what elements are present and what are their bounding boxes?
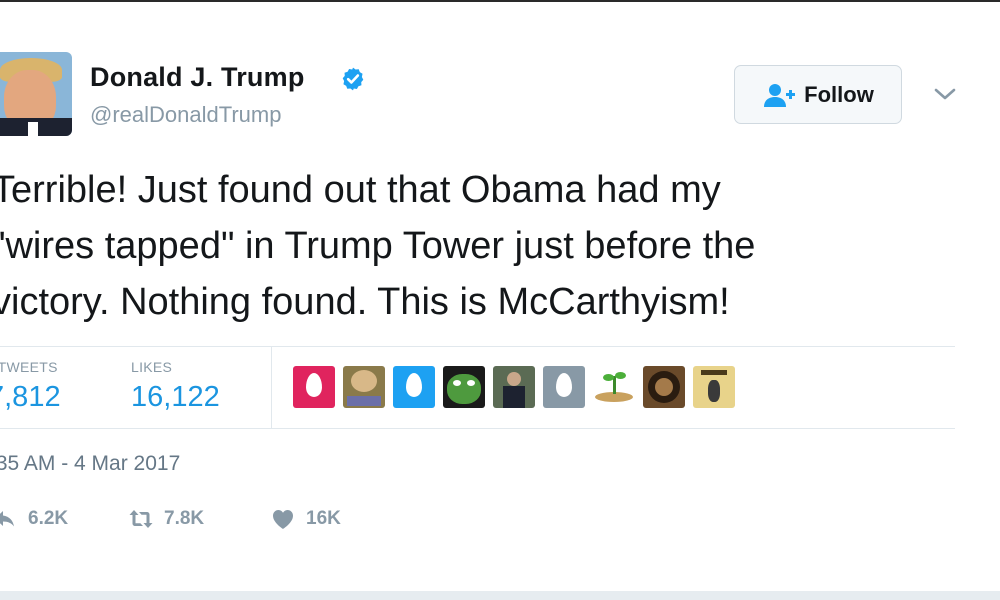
default-egg-avatar-icon	[556, 373, 572, 397]
tweet-text: Terrible! Just found out that Obama had …	[0, 169, 756, 323]
retweet-count: 7.8K	[164, 508, 205, 529]
follow-user-plus-icon	[764, 83, 796, 107]
liker-avatar-1[interactable]	[293, 366, 335, 408]
default-egg-avatar-icon	[406, 373, 422, 397]
liker-avatar-9[interactable]	[693, 366, 735, 408]
retweets-stat[interactable]: ETWEETS 7,812	[0, 359, 61, 414]
follow-button-label: Follow	[804, 81, 874, 107]
likes-label: LIKES	[131, 359, 173, 375]
like-count: 16K	[306, 508, 341, 529]
heart-icon	[273, 510, 293, 529]
liker-avatars	[293, 366, 735, 408]
like-button[interactable]: 16K	[270, 506, 341, 532]
retweet-button[interactable]: 7.8K	[128, 506, 204, 532]
default-egg-avatar-icon	[306, 373, 322, 397]
user-avatar-body	[503, 386, 525, 408]
poster-avatar-icon	[701, 370, 727, 375]
liker-avatar-7[interactable]	[593, 366, 635, 408]
retweet-icon	[129, 510, 153, 528]
user-avatar-face	[655, 378, 673, 396]
retweets-value: 7,812	[0, 381, 61, 413]
user-avatar-icon	[507, 372, 521, 386]
reply-count: 6.2K	[28, 508, 69, 529]
frog-eye-left	[453, 380, 461, 386]
liker-avatar-2[interactable]	[343, 366, 385, 408]
poster-figure	[708, 380, 720, 402]
avatar-collar	[28, 122, 38, 136]
chevron-down-icon[interactable]	[932, 84, 958, 104]
bottom-border	[0, 591, 1000, 600]
tweet-stats: ETWEETS 7,812 LIKES 16,122	[0, 346, 955, 429]
author-handle[interactable]: @realDonaldTrump	[90, 102, 281, 128]
reply-button[interactable]: 6.2K	[0, 506, 68, 532]
author-avatar[interactable]	[0, 52, 72, 136]
user-avatar-icon	[351, 370, 377, 392]
liker-avatar-5[interactable]	[493, 366, 535, 408]
liker-avatar-6[interactable]	[543, 366, 585, 408]
stats-divider	[271, 347, 272, 428]
seedling-leaf-right	[615, 372, 626, 379]
likes-stat[interactable]: LIKES 16,122	[131, 359, 220, 414]
follow-button[interactable]: Follow	[734, 65, 902, 124]
user-avatar-banner	[347, 396, 381, 406]
liker-avatar-3[interactable]	[393, 366, 435, 408]
top-border	[0, 0, 1000, 2]
liker-avatar-8[interactable]	[643, 366, 685, 408]
author-name[interactable]: Donald J. Trump	[90, 62, 305, 93]
frog-eye-right	[467, 380, 475, 386]
likes-value: 16,122	[131, 381, 220, 413]
liker-avatar-4[interactable]	[443, 366, 485, 408]
verified-badge-icon	[342, 67, 364, 91]
tweet-timestamp[interactable]: :35 AM - 4 Mar 2017	[0, 452, 180, 476]
frog-avatar-icon	[447, 374, 481, 404]
reply-icon	[0, 511, 14, 527]
seedling-leaf-left	[603, 374, 614, 381]
retweets-label: ETWEETS	[0, 359, 58, 375]
